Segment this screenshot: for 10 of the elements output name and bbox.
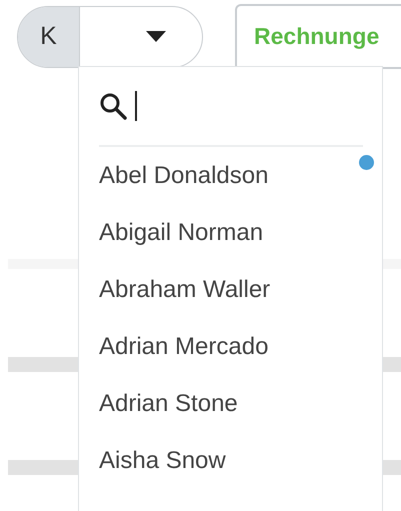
account-initial: K (18, 6, 80, 66)
caret-icon (146, 31, 166, 42)
person-option[interactable]: Abigail Norman (99, 204, 374, 261)
account-dropdown[interactable]: K (17, 6, 203, 68)
person-option[interactable]: Abraham Waller (99, 261, 374, 318)
person-option[interactable]: Abel Donaldson (99, 147, 374, 204)
person-option[interactable]: Adrian Mercado (99, 318, 374, 375)
person-option[interactable]: Aisha Snow (99, 432, 374, 489)
search-icon (99, 92, 127, 120)
person-option[interactable]: Adrian Stone (99, 375, 374, 432)
